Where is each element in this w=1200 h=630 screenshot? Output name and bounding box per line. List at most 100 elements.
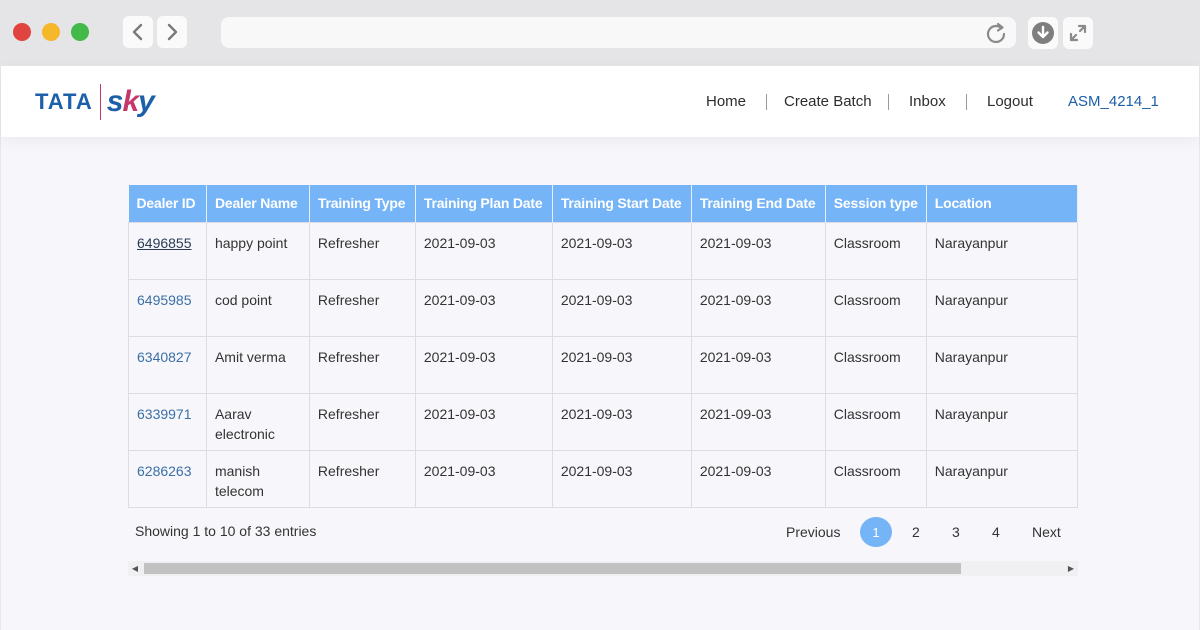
cell-location: Narayanpur — [925, 449, 1079, 508]
dealer-id-link[interactable]: 6496855 — [137, 235, 192, 251]
logo-letter-s: s — [106, 85, 124, 118]
expand-icon — [1069, 24, 1087, 42]
table-header-row: Dealer ID Dealer Name Training Type Trai… — [128, 185, 1079, 222]
minimize-window-button[interactable] — [42, 23, 60, 41]
cell-session-type: Classroom — [824, 221, 927, 280]
forward-button[interactable] — [157, 16, 187, 48]
cell-training-type: Refresher — [308, 278, 416, 337]
nav-separator — [966, 66, 967, 137]
scroll-right-arrow-icon[interactable]: ▶ — [1064, 561, 1078, 576]
cell-dealer-id: 6495985 — [128, 278, 207, 337]
nav-home-wrap: Home — [706, 66, 746, 137]
pagination: Previous 1 2 3 4 Next — [1, 517, 1199, 547]
table-row: 6286263 manish telecom Refresher 2021-09… — [128, 449, 1079, 508]
col-training-type[interactable]: Training Type — [309, 185, 416, 222]
tata-sky-logo[interactable]: TATA sky — [35, 82, 155, 122]
table-row: 6496855 happy point Refresher 2021-09-03… — [128, 221, 1079, 280]
back-button[interactable] — [123, 16, 153, 48]
reload-button[interactable] — [982, 20, 1010, 48]
cell-end-date: 2021-09-03 — [690, 278, 826, 337]
cell-plan-date: 2021-09-03 — [414, 335, 553, 394]
address-bar[interactable] — [221, 17, 1016, 48]
cell-start-date: 2021-09-03 — [551, 335, 692, 394]
nav-divider — [966, 93, 967, 110]
nav-home[interactable]: Home — [706, 93, 746, 110]
cell-dealer-name: cod point — [205, 278, 310, 337]
reload-icon — [986, 22, 1006, 44]
cell-start-date: 2021-09-03 — [551, 278, 692, 337]
col-dealer-name[interactable]: Dealer Name — [206, 185, 310, 222]
chevron-right-icon — [167, 23, 178, 41]
pagination-page-4[interactable]: 4 — [992, 524, 1000, 540]
cell-session-type: Classroom — [824, 392, 927, 451]
logo-letter-y: y — [138, 85, 155, 118]
pagination-previous[interactable]: Previous — [786, 524, 840, 540]
dealer-id-link[interactable]: 6339971 — [137, 406, 192, 422]
logo-brand-right: sky — [106, 85, 155, 119]
training-table-wrap: Dealer ID Dealer Name Training Type Trai… — [128, 185, 1079, 508]
cell-dealer-name: manish telecom — [205, 449, 310, 508]
nav-inbox[interactable]: Inbox — [909, 93, 946, 110]
cell-dealer-name: Amit verma — [205, 335, 310, 394]
cell-training-type: Refresher — [308, 221, 416, 280]
pagination-page-1[interactable]: 1 — [860, 517, 892, 547]
cell-session-type: Classroom — [824, 449, 927, 508]
cell-start-date: 2021-09-03 — [551, 392, 692, 451]
col-training-start-date[interactable]: Training Start Date — [552, 185, 692, 222]
cell-session-type: Classroom — [824, 335, 927, 394]
pagination-page-2[interactable]: 2 — [912, 524, 920, 540]
dealer-id-link[interactable]: 6495985 — [137, 292, 192, 308]
dealer-id-link[interactable]: 6286263 — [137, 463, 192, 479]
chevron-left-icon — [132, 23, 143, 41]
cell-plan-date: 2021-09-03 — [414, 221, 553, 280]
maximize-window-button[interactable] — [71, 23, 89, 41]
logo-divider — [99, 84, 101, 120]
cell-dealer-name: happy point — [205, 221, 310, 280]
col-location[interactable]: Location — [926, 185, 1079, 222]
col-training-end-date[interactable]: Training End Date — [691, 185, 826, 222]
page: TATA sky Home Create Batch Inbox Logout … — [1, 66, 1199, 630]
browser-chrome — [0, 0, 1200, 66]
dealer-id-link[interactable]: 6340827 — [137, 349, 192, 365]
col-training-plan-date[interactable]: Training Plan Date — [415, 185, 553, 222]
cell-end-date: 2021-09-03 — [690, 335, 826, 394]
cell-location: Narayanpur — [925, 221, 1079, 280]
cell-training-type: Refresher — [308, 335, 416, 394]
training-table: Dealer ID Dealer Name Training Type Trai… — [128, 185, 1079, 508]
close-window-button[interactable] — [13, 23, 31, 41]
user-account-link[interactable]: ASM_4214_1 — [1068, 93, 1159, 110]
table-row: 6495985 cod point Refresher 2021-09-03 2… — [128, 278, 1079, 337]
nav-user-wrap: ASM_4214_1 — [1068, 66, 1159, 137]
cell-end-date: 2021-09-03 — [690, 221, 826, 280]
logo-brand-left: TATA — [35, 89, 93, 114]
cell-location: Narayanpur — [925, 335, 1079, 394]
site-header: TATA sky Home Create Batch Inbox Logout … — [1, 66, 1199, 137]
horizontal-scrollbar[interactable]: ◀ ▶ — [128, 561, 1078, 576]
download-button[interactable] — [1028, 17, 1058, 49]
expand-button[interactable] — [1063, 17, 1093, 49]
nav-separator — [766, 66, 767, 137]
cell-location: Narayanpur — [925, 278, 1079, 337]
cell-training-type: Refresher — [308, 449, 416, 508]
nav-logout[interactable]: Logout — [987, 93, 1033, 110]
logo-letter-k: k — [122, 85, 139, 118]
cell-plan-date: 2021-09-03 — [414, 278, 553, 337]
scroll-left-arrow-icon[interactable]: ◀ — [128, 561, 142, 576]
nav-create-batch-wrap: Create Batch — [784, 66, 872, 137]
cell-training-type: Refresher — [308, 392, 416, 451]
table-row: 6339971 Aarav electronic Refresher 2021-… — [128, 392, 1079, 451]
pagination-page-3[interactable]: 3 — [952, 524, 960, 540]
nav-divider — [888, 93, 889, 110]
col-session-type[interactable]: Session type — [825, 185, 927, 222]
scrollbar-thumb[interactable] — [144, 563, 961, 574]
cell-start-date: 2021-09-03 — [551, 221, 692, 280]
cell-dealer-id: 6286263 — [128, 449, 207, 508]
download-icon — [1032, 22, 1054, 44]
cell-session-type: Classroom — [824, 278, 927, 337]
nav-inbox-wrap: Inbox — [909, 66, 946, 137]
col-dealer-id[interactable]: Dealer ID — [128, 185, 207, 222]
pagination-next[interactable]: Next — [1032, 524, 1061, 540]
cell-end-date: 2021-09-03 — [690, 392, 826, 451]
nav-create-batch[interactable]: Create Batch — [784, 93, 872, 110]
cell-dealer-id: 6496855 — [128, 221, 207, 280]
